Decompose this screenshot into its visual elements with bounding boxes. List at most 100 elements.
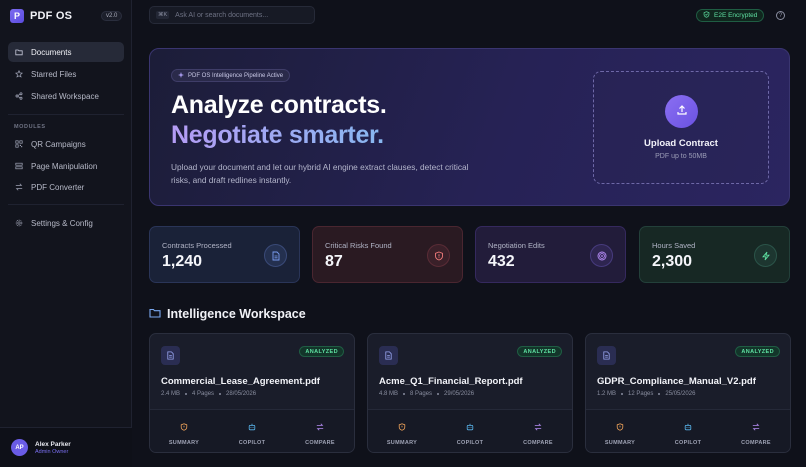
user-name: Alex Parker xyxy=(35,440,71,448)
shield-alert-icon xyxy=(427,244,450,267)
avatar: AP xyxy=(11,439,28,456)
compare-icon xyxy=(752,418,760,436)
sidebar-item-page-manipulation[interactable]: Page Manipulation xyxy=(8,156,124,176)
shield-check-icon xyxy=(703,11,710,20)
sidebar-item-label: QR Campaigns xyxy=(31,139,86,149)
stat-value: 87 xyxy=(325,253,343,270)
file-pages: 4 Pages xyxy=(192,391,215,397)
bot-icon xyxy=(248,418,256,436)
divider xyxy=(8,114,124,115)
file-meta: 1.2 MB 12 Pages 25/05/2026 xyxy=(597,391,695,397)
file-name: Commercial_Lease_Agreement.pdf xyxy=(161,376,320,387)
upload-dropzone[interactable]: Upload Contract PDF up to 50MB xyxy=(593,71,769,184)
summary-button[interactable]: SUMMARY xyxy=(368,410,436,452)
star-icon xyxy=(15,70,23,78)
hero-description: Upload your document and let our hybrid … xyxy=(171,162,469,185)
summary-button[interactable]: SUMMARY xyxy=(150,410,218,452)
bolt-icon xyxy=(754,244,777,267)
summary-label: SUMMARY xyxy=(604,440,636,446)
file-pages: 8 Pages xyxy=(410,391,433,397)
app-logo: P xyxy=(10,9,24,23)
sidebar-item-qr-campaigns[interactable]: QR Campaigns xyxy=(8,134,124,154)
upload-button[interactable] xyxy=(665,95,698,128)
search-placeholder: Ask AI or search documents... xyxy=(175,11,269,19)
file-date: 29/05/2026 xyxy=(444,391,475,397)
document-icon xyxy=(379,346,398,365)
copilot-button[interactable]: COPILOT xyxy=(218,410,286,452)
copilot-label: COPILOT xyxy=(456,440,484,446)
stat-card-risks: Critical Risks Found 87 xyxy=(312,226,463,283)
app-name: PDF OS xyxy=(30,10,73,22)
upload-limit: PDF up to 50MB xyxy=(655,153,707,160)
file-date: 25/05/2026 xyxy=(665,391,696,397)
summary-label: SUMMARY xyxy=(168,440,200,446)
file-pages: 12 Pages xyxy=(628,391,654,397)
copilot-button[interactable]: COPILOT xyxy=(654,410,722,452)
status-badge: ANALYZED xyxy=(735,346,780,357)
folder-icon xyxy=(15,48,23,56)
stat-value: 2,300 xyxy=(652,253,693,270)
document-card[interactable]: ANALYZED Commercial_Lease_Agreement.pdf … xyxy=(149,333,355,453)
hero-headline-accent: Negotiate smarter. xyxy=(171,121,384,149)
copilot-label: COPILOT xyxy=(674,440,702,446)
sidebar-item-label: Page Manipulation xyxy=(31,161,98,171)
user-profile[interactable]: AP Alex Parker Admin Owner xyxy=(0,427,132,467)
sidebar-item-pdf-converter[interactable]: PDF Converter xyxy=(8,177,124,197)
stat-label: Contracts Processed xyxy=(162,241,232,250)
user-role: Admin Owner xyxy=(35,448,69,455)
card-actions: SUMMARY COPILOT COMPARE xyxy=(586,409,790,452)
compare-button[interactable]: COMPARE xyxy=(504,410,572,452)
compare-button[interactable]: COMPARE xyxy=(286,410,354,452)
document-icon xyxy=(161,346,180,365)
shield-icon xyxy=(616,418,624,436)
workspace-title: Intelligence Workspace xyxy=(167,307,306,321)
separator-dot xyxy=(403,393,406,395)
compare-icon xyxy=(534,418,542,436)
separator-dot xyxy=(437,393,440,395)
document-card[interactable]: ANALYZED Acme_Q1_Financial_Report.pdf 4.… xyxy=(367,333,573,453)
stat-card-edits: Negotiation Edits 432 xyxy=(475,226,626,283)
document-card[interactable]: ANALYZED GDPR_Compliance_Manual_V2.pdf 1… xyxy=(585,333,791,453)
divider xyxy=(8,204,124,205)
encryption-badge: E2E Encrypted xyxy=(696,9,765,22)
gear-icon xyxy=(15,219,23,227)
stat-value: 432 xyxy=(488,253,515,270)
sidebar-item-starred[interactable]: Starred Files xyxy=(8,64,124,84)
stat-label: Hours Saved xyxy=(652,241,696,250)
summary-button[interactable]: SUMMARY xyxy=(586,410,654,452)
file-name: Acme_Q1_Financial_Report.pdf xyxy=(379,376,523,387)
pipeline-status-pill: PDF OS Intelligence Pipeline Active xyxy=(171,69,291,82)
search-shortcut: ⌘K xyxy=(156,11,170,19)
stat-label: Negotiation Edits xyxy=(488,241,545,250)
file-meta: 2.4 MB 4 Pages 28/05/2026 xyxy=(161,391,256,397)
sidebar-item-shared[interactable]: Shared Workspace xyxy=(8,86,124,106)
copilot-label: COPILOT xyxy=(238,440,266,446)
compare-label: COMPARE xyxy=(741,440,771,446)
bot-icon xyxy=(684,418,692,436)
version-badge: v2.0 xyxy=(101,11,123,21)
separator-dot xyxy=(219,393,222,395)
search-input[interactable]: ⌘K Ask AI or search documents... xyxy=(149,6,315,24)
compare-button[interactable]: COMPARE xyxy=(722,410,790,452)
pages-icon xyxy=(15,162,23,170)
bot-icon xyxy=(466,418,474,436)
pipeline-status-text: PDF OS Intelligence Pipeline Active xyxy=(188,72,284,79)
file-size: 1.2 MB xyxy=(597,391,617,397)
compare-icon xyxy=(316,418,324,436)
sidebar-item-documents[interactable]: Documents xyxy=(8,42,124,62)
help-icon[interactable]: ? xyxy=(776,11,785,20)
sidebar-item-label: PDF Converter xyxy=(31,182,85,192)
file-size: 2.4 MB xyxy=(161,391,181,397)
card-actions: SUMMARY COPILOT COMPARE xyxy=(150,409,354,452)
separator-dot xyxy=(621,393,624,395)
compare-label: COMPARE xyxy=(523,440,553,446)
sidebar-item-settings[interactable]: Settings & Config xyxy=(8,213,124,233)
copilot-button[interactable]: COPILOT xyxy=(436,410,504,452)
shield-icon xyxy=(398,418,406,436)
separator-dot xyxy=(185,393,188,395)
compare-label: COMPARE xyxy=(305,440,335,446)
folder-icon xyxy=(149,305,161,323)
brand[interactable]: P PDF OS xyxy=(10,9,72,23)
sidebar-item-label: Shared Workspace xyxy=(31,91,99,101)
upload-title: Upload Contract xyxy=(644,138,718,149)
